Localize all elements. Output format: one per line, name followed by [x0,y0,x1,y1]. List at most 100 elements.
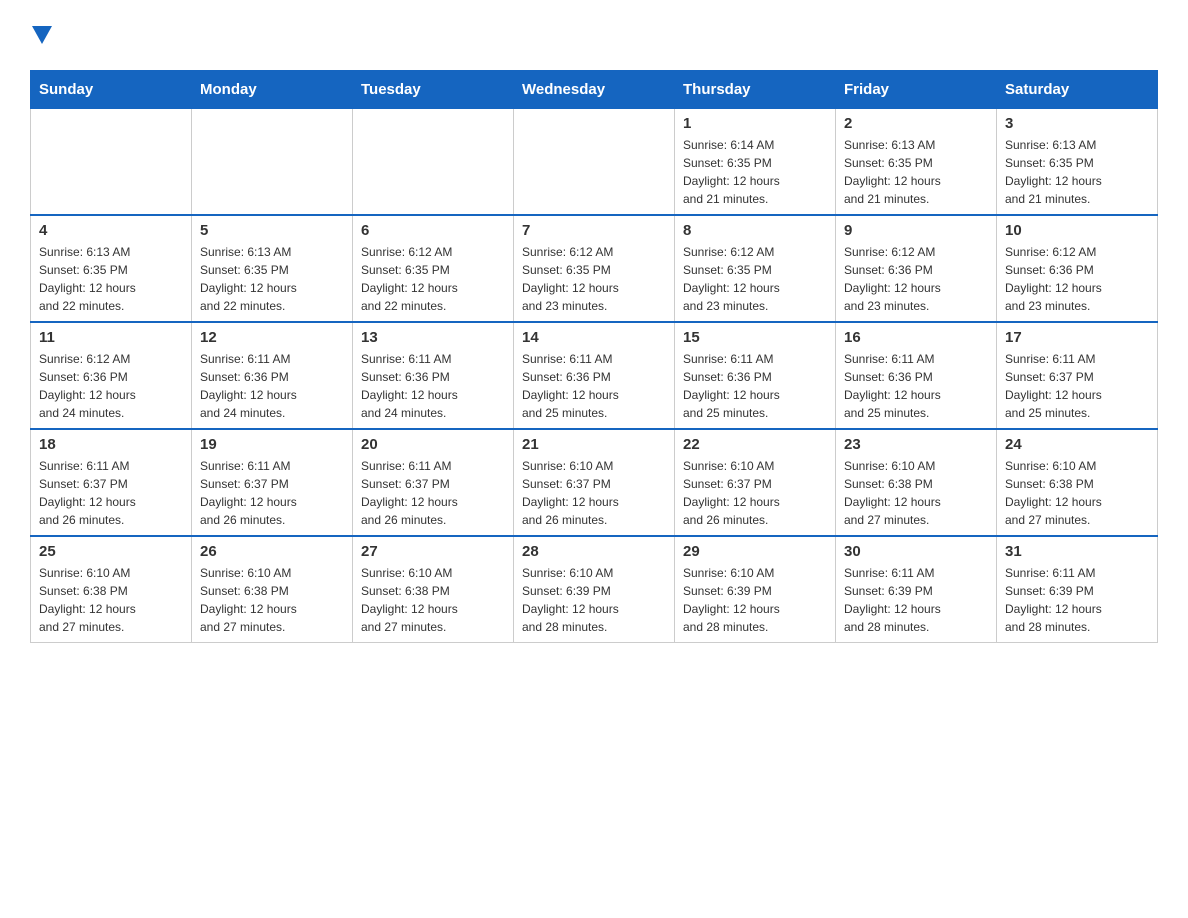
day-info: Sunrise: 6:10 AMSunset: 6:38 PMDaylight:… [39,564,183,636]
calendar-cell: 26Sunrise: 6:10 AMSunset: 6:38 PMDayligh… [192,536,353,643]
day-header-saturday: Saturday [997,70,1158,108]
day-info: Sunrise: 6:13 AMSunset: 6:35 PMDaylight:… [844,136,988,208]
day-info: Sunrise: 6:10 AMSunset: 6:39 PMDaylight:… [683,564,827,636]
day-info: Sunrise: 6:11 AMSunset: 6:37 PMDaylight:… [1005,350,1149,422]
day-number: 30 [844,543,988,560]
calendar-cell [192,108,353,215]
day-header-sunday: Sunday [31,70,192,108]
day-info: Sunrise: 6:11 AMSunset: 6:36 PMDaylight:… [844,350,988,422]
calendar-cell: 10 Sunrise: 6:12 AMSunset: 6:36 PMDayligh… [997,215,1158,322]
day-number: 3 [1005,115,1149,132]
day-number: 25 [39,543,183,560]
day-number: 22 [683,436,827,453]
day-number: 24 [1005,436,1149,453]
day-info: Sunrise: 6:12 AMSunset: 6:36 PMDaylight:… [844,243,988,315]
day-header-tuesday: Tuesday [353,70,514,108]
calendar-cell: 3 Sunrise: 6:13 AMSunset: 6:35 PMDaylight… [997,108,1158,215]
calendar-cell: 6 Sunrise: 6:12 AMSunset: 6:35 PMDaylight… [353,215,514,322]
day-header-monday: Monday [192,70,353,108]
logo [30,20,52,50]
calendar-cell: 13Sunrise: 6:11 AMSunset: 6:36 PMDayligh… [353,322,514,429]
calendar-cell: 4 Sunrise: 6:13 AMSunset: 6:35 PMDaylight… [31,215,192,322]
calendar-cell: 29 Sunrise: 6:10 AMSunset: 6:39 PMDayligh… [675,536,836,643]
calendar-cell: 14Sunrise: 6:11 AMSunset: 6:36 PMDayligh… [514,322,675,429]
day-info: Sunrise: 6:11 AMSunset: 6:37 PMDaylight:… [200,457,344,529]
day-number: 6 [361,222,505,239]
day-number: 29 [683,543,827,560]
day-number: 31 [1005,543,1149,560]
day-info: Sunrise: 6:11 AMSunset: 6:36 PMDaylight:… [361,350,505,422]
day-number: 20 [361,436,505,453]
day-info: Sunrise: 6:10 AMSunset: 6:38 PMDaylight:… [844,457,988,529]
day-info: Sunrise: 6:13 AMSunset: 6:35 PMDaylight:… [200,243,344,315]
calendar-cell: 7 Sunrise: 6:12 AMSunset: 6:35 PMDaylight… [514,215,675,322]
day-number: 16 [844,329,988,346]
calendar-cell: 16 Sunrise: 6:11 AMSunset: 6:36 PMDayligh… [836,322,997,429]
day-number: 10 [1005,222,1149,239]
day-number: 19 [200,436,344,453]
day-info: Sunrise: 6:11 AMSunset: 6:39 PMDaylight:… [1005,564,1149,636]
page-header [30,20,1158,50]
day-info: Sunrise: 6:12 AMSunset: 6:36 PMDaylight:… [39,350,183,422]
week-row-5: 25 Sunrise: 6:10 AMSunset: 6:38 PMDayligh… [31,536,1158,643]
week-row-1: 1Sunrise: 6:14 AMSunset: 6:35 PMDaylight… [31,108,1158,215]
calendar-cell: 8Sunrise: 6:12 AMSunset: 6:35 PMDaylight… [675,215,836,322]
day-info: Sunrise: 6:13 AMSunset: 6:35 PMDaylight:… [1005,136,1149,208]
day-number: 4 [39,222,183,239]
calendar-cell: 30 Sunrise: 6:11 AMSunset: 6:39 PMDayligh… [836,536,997,643]
calendar-cell [514,108,675,215]
day-number: 18 [39,436,183,453]
calendar-cell: 11 Sunrise: 6:12 AMSunset: 6:36 PMDayligh… [31,322,192,429]
day-header-thursday: Thursday [675,70,836,108]
day-number: 27 [361,543,505,560]
calendar-cell: 27 Sunrise: 6:10 AMSunset: 6:38 PMDayligh… [353,536,514,643]
day-header-friday: Friday [836,70,997,108]
day-number: 21 [522,436,666,453]
day-number: 1 [683,115,827,132]
days-header-row: SundayMondayTuesdayWednesdayThursdayFrid… [31,70,1158,108]
calendar-cell: 25 Sunrise: 6:10 AMSunset: 6:38 PMDayligh… [31,536,192,643]
calendar-cell: 24 Sunrise: 6:10 AMSunset: 6:38 PMDayligh… [997,429,1158,536]
day-info: Sunrise: 6:11 AMSunset: 6:37 PMDaylight:… [361,457,505,529]
calendar-cell: 18 Sunrise: 6:11 AMSunset: 6:37 PMDayligh… [31,429,192,536]
calendar-cell: 23 Sunrise: 6:10 AMSunset: 6:38 PMDayligh… [836,429,997,536]
day-number: 15 [683,329,827,346]
week-row-3: 11 Sunrise: 6:12 AMSunset: 6:36 PMDayligh… [31,322,1158,429]
day-info: Sunrise: 6:13 AMSunset: 6:35 PMDaylight:… [39,243,183,315]
calendar-cell: 19 Sunrise: 6:11 AMSunset: 6:37 PMDayligh… [192,429,353,536]
day-info: Sunrise: 6:10 AMSunset: 6:38 PMDaylight:… [361,564,505,636]
day-number: 17 [1005,329,1149,346]
day-info: Sunrise: 6:11 AMSunset: 6:39 PMDaylight:… [844,564,988,636]
day-header-wednesday: Wednesday [514,70,675,108]
day-number: 8 [683,222,827,239]
calendar-cell: 5 Sunrise: 6:13 AMSunset: 6:35 PMDaylight… [192,215,353,322]
calendar-cell: 31 Sunrise: 6:11 AMSunset: 6:39 PMDayligh… [997,536,1158,643]
day-info: Sunrise: 6:11 AMSunset: 6:36 PMDaylight:… [683,350,827,422]
day-number: 2 [844,115,988,132]
day-info: Sunrise: 6:10 AMSunset: 6:39 PMDaylight:… [522,564,666,636]
day-info: Sunrise: 6:12 AMSunset: 6:35 PMDaylight:… [522,243,666,315]
calendar-cell: 15 Sunrise: 6:11 AMSunset: 6:36 PMDayligh… [675,322,836,429]
calendar-cell: 1Sunrise: 6:14 AMSunset: 6:35 PMDaylight… [675,108,836,215]
day-number: 9 [844,222,988,239]
week-row-4: 18 Sunrise: 6:11 AMSunset: 6:37 PMDayligh… [31,429,1158,536]
calendar-cell: 21Sunrise: 6:10 AMSunset: 6:37 PMDayligh… [514,429,675,536]
day-info: Sunrise: 6:10 AMSunset: 6:37 PMDaylight:… [683,457,827,529]
day-info: Sunrise: 6:11 AMSunset: 6:36 PMDaylight:… [522,350,666,422]
calendar-table: SundayMondayTuesdayWednesdayThursdayFrid… [30,70,1158,643]
calendar-cell: 22 Sunrise: 6:10 AMSunset: 6:37 PMDayligh… [675,429,836,536]
day-info: Sunrise: 6:10 AMSunset: 6:38 PMDaylight:… [1005,457,1149,529]
calendar-cell: 2 Sunrise: 6:13 AMSunset: 6:35 PMDaylight… [836,108,997,215]
calendar-cell: 28Sunrise: 6:10 AMSunset: 6:39 PMDayligh… [514,536,675,643]
week-row-2: 4 Sunrise: 6:13 AMSunset: 6:35 PMDaylight… [31,215,1158,322]
day-info: Sunrise: 6:12 AMSunset: 6:35 PMDaylight:… [361,243,505,315]
calendar-cell: 20 Sunrise: 6:11 AMSunset: 6:37 PMDayligh… [353,429,514,536]
day-info: Sunrise: 6:11 AMSunset: 6:37 PMDaylight:… [39,457,183,529]
calendar-cell [353,108,514,215]
day-number: 7 [522,222,666,239]
day-info: Sunrise: 6:11 AMSunset: 6:36 PMDaylight:… [200,350,344,422]
day-number: 23 [844,436,988,453]
day-number: 11 [39,329,183,346]
day-info: Sunrise: 6:12 AMSunset: 6:36 PMDaylight:… [1005,243,1149,315]
day-number: 5 [200,222,344,239]
